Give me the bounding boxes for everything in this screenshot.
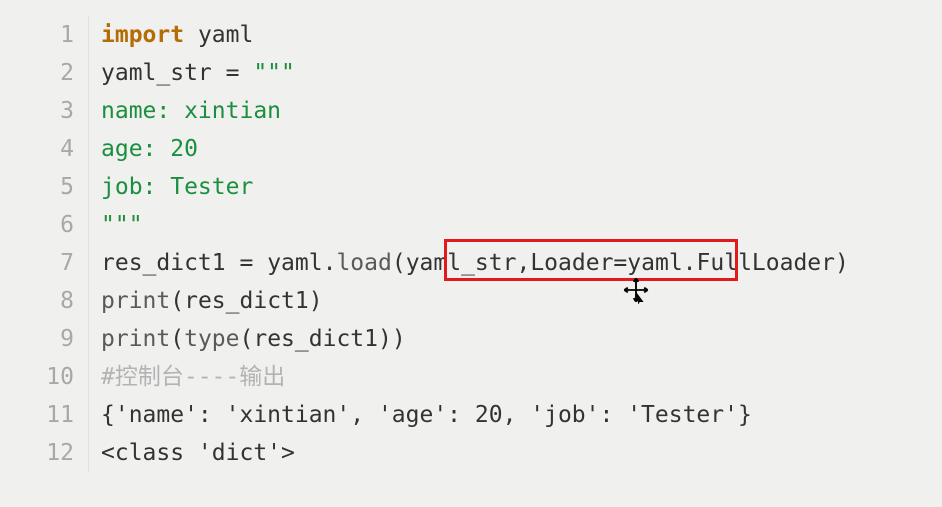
code-content[interactable]: import yaml — [101, 16, 942, 54]
code-line[interactable]: 10 #控制台----输出 — [24, 358, 942, 396]
gutter-rule — [88, 130, 89, 168]
line-number: 4 — [24, 130, 88, 168]
code-line[interactable]: 12 <class 'dict'> — [24, 434, 942, 472]
code-line[interactable]: 1 import yaml — [24, 16, 942, 54]
token-string: job: Tester — [101, 174, 253, 200]
code-content[interactable]: <class 'dict'> — [101, 434, 942, 472]
token-name: yaml — [267, 250, 322, 276]
line-number: 2 — [24, 54, 88, 92]
token-output: <class 'dict'> — [101, 440, 295, 466]
gutter-rule — [88, 92, 89, 130]
gutter-rule — [88, 206, 89, 244]
gutter-rule — [88, 358, 89, 396]
code-content[interactable]: {'name': 'xintian', 'age': 20, 'job': 'T… — [101, 396, 942, 434]
token-name: res_dict1 — [253, 326, 378, 352]
line-number: 12 — [24, 434, 88, 472]
token-op: ( — [170, 326, 184, 352]
line-number: 1 — [24, 16, 88, 54]
code-line[interactable]: 4 age: 20 — [24, 130, 942, 168]
code-content[interactable]: job: Tester — [101, 168, 942, 206]
token-op: = — [613, 250, 627, 276]
line-number: 5 — [24, 168, 88, 206]
token-string: """ — [253, 60, 295, 86]
token-name: res_dict1 — [101, 250, 239, 276]
gutter-rule — [88, 320, 89, 358]
code-content[interactable]: age: 20 — [101, 130, 942, 168]
code-line[interactable]: 9 print(type(res_dict1)) — [24, 320, 942, 358]
code-line[interactable]: 8 print(res_dict1) — [24, 282, 942, 320]
code-line[interactable]: 2 yaml_str = """ — [24, 54, 942, 92]
token-call: print — [101, 288, 170, 314]
token-name: yaml_str — [406, 250, 517, 276]
gutter-rule — [88, 168, 89, 206]
line-number: 3 — [24, 92, 88, 130]
gutter-rule — [88, 54, 89, 92]
code-content[interactable]: res_dict1 = yaml.load(yaml_str,Loader=ya… — [101, 244, 942, 282]
token-op: = — [239, 250, 267, 276]
code-content[interactable]: name: xintian — [101, 92, 942, 130]
gutter-rule — [88, 434, 89, 472]
token-op: ) — [835, 250, 849, 276]
gutter-rule — [88, 244, 89, 282]
token-name: res_dict1 — [184, 288, 309, 314]
token-string: """ — [101, 212, 143, 238]
code-content[interactable]: print(res_dict1) — [101, 282, 942, 320]
token-op: ( — [170, 288, 184, 314]
token-call: type — [184, 326, 239, 352]
code-line[interactable]: 5 job: Tester — [24, 168, 942, 206]
token-op: . — [323, 250, 337, 276]
token-call: print — [101, 326, 170, 352]
code-line[interactable]: 11 {'name': 'xintian', 'age': 20, 'job':… — [24, 396, 942, 434]
token-name: yaml_str — [101, 60, 226, 86]
token-name: yaml — [627, 250, 682, 276]
token-op: )) — [378, 326, 406, 352]
gutter-rule — [88, 16, 89, 54]
token-op: , — [516, 250, 530, 276]
code-content[interactable]: print(type(res_dict1)) — [101, 320, 942, 358]
code-content[interactable]: yaml_str = """ — [101, 54, 942, 92]
token-string: name: xintian — [101, 98, 281, 124]
code-content[interactable]: """ — [101, 206, 942, 244]
token-call: load — [336, 250, 391, 276]
token-op: = — [226, 60, 254, 86]
code-editor[interactable]: 1 import yaml 2 yaml_str = """ 3 name: x… — [0, 0, 942, 472]
token-op: ( — [240, 326, 254, 352]
line-number: 6 — [24, 206, 88, 244]
line-number: 8 — [24, 282, 88, 320]
token-op: . — [683, 250, 697, 276]
token-op: ( — [392, 250, 406, 276]
gutter-rule — [88, 396, 89, 434]
line-number: 7 — [24, 244, 88, 282]
token-string: age: 20 — [101, 136, 198, 162]
code-content[interactable]: #控制台----输出 — [101, 358, 942, 396]
token-name: yaml — [184, 22, 253, 48]
code-line[interactable]: 3 name: xintian — [24, 92, 942, 130]
gutter-rule — [88, 282, 89, 320]
token-output: {'name': 'xintian', 'age': 20, 'job': 'T… — [101, 402, 752, 428]
token-comment: #控制台----输出 — [101, 364, 285, 390]
token-op: ) — [309, 288, 323, 314]
code-line[interactable]: 7 res_dict1 = yaml.load(yaml_str,Loader=… — [24, 244, 942, 282]
token-name: FullLoader — [697, 250, 835, 276]
line-number: 10 — [24, 358, 88, 396]
line-number: 11 — [24, 396, 88, 434]
token-name: Loader — [530, 250, 613, 276]
code-line[interactable]: 6 """ — [24, 206, 942, 244]
line-number: 9 — [24, 320, 88, 358]
token-keyword: import — [101, 22, 184, 48]
